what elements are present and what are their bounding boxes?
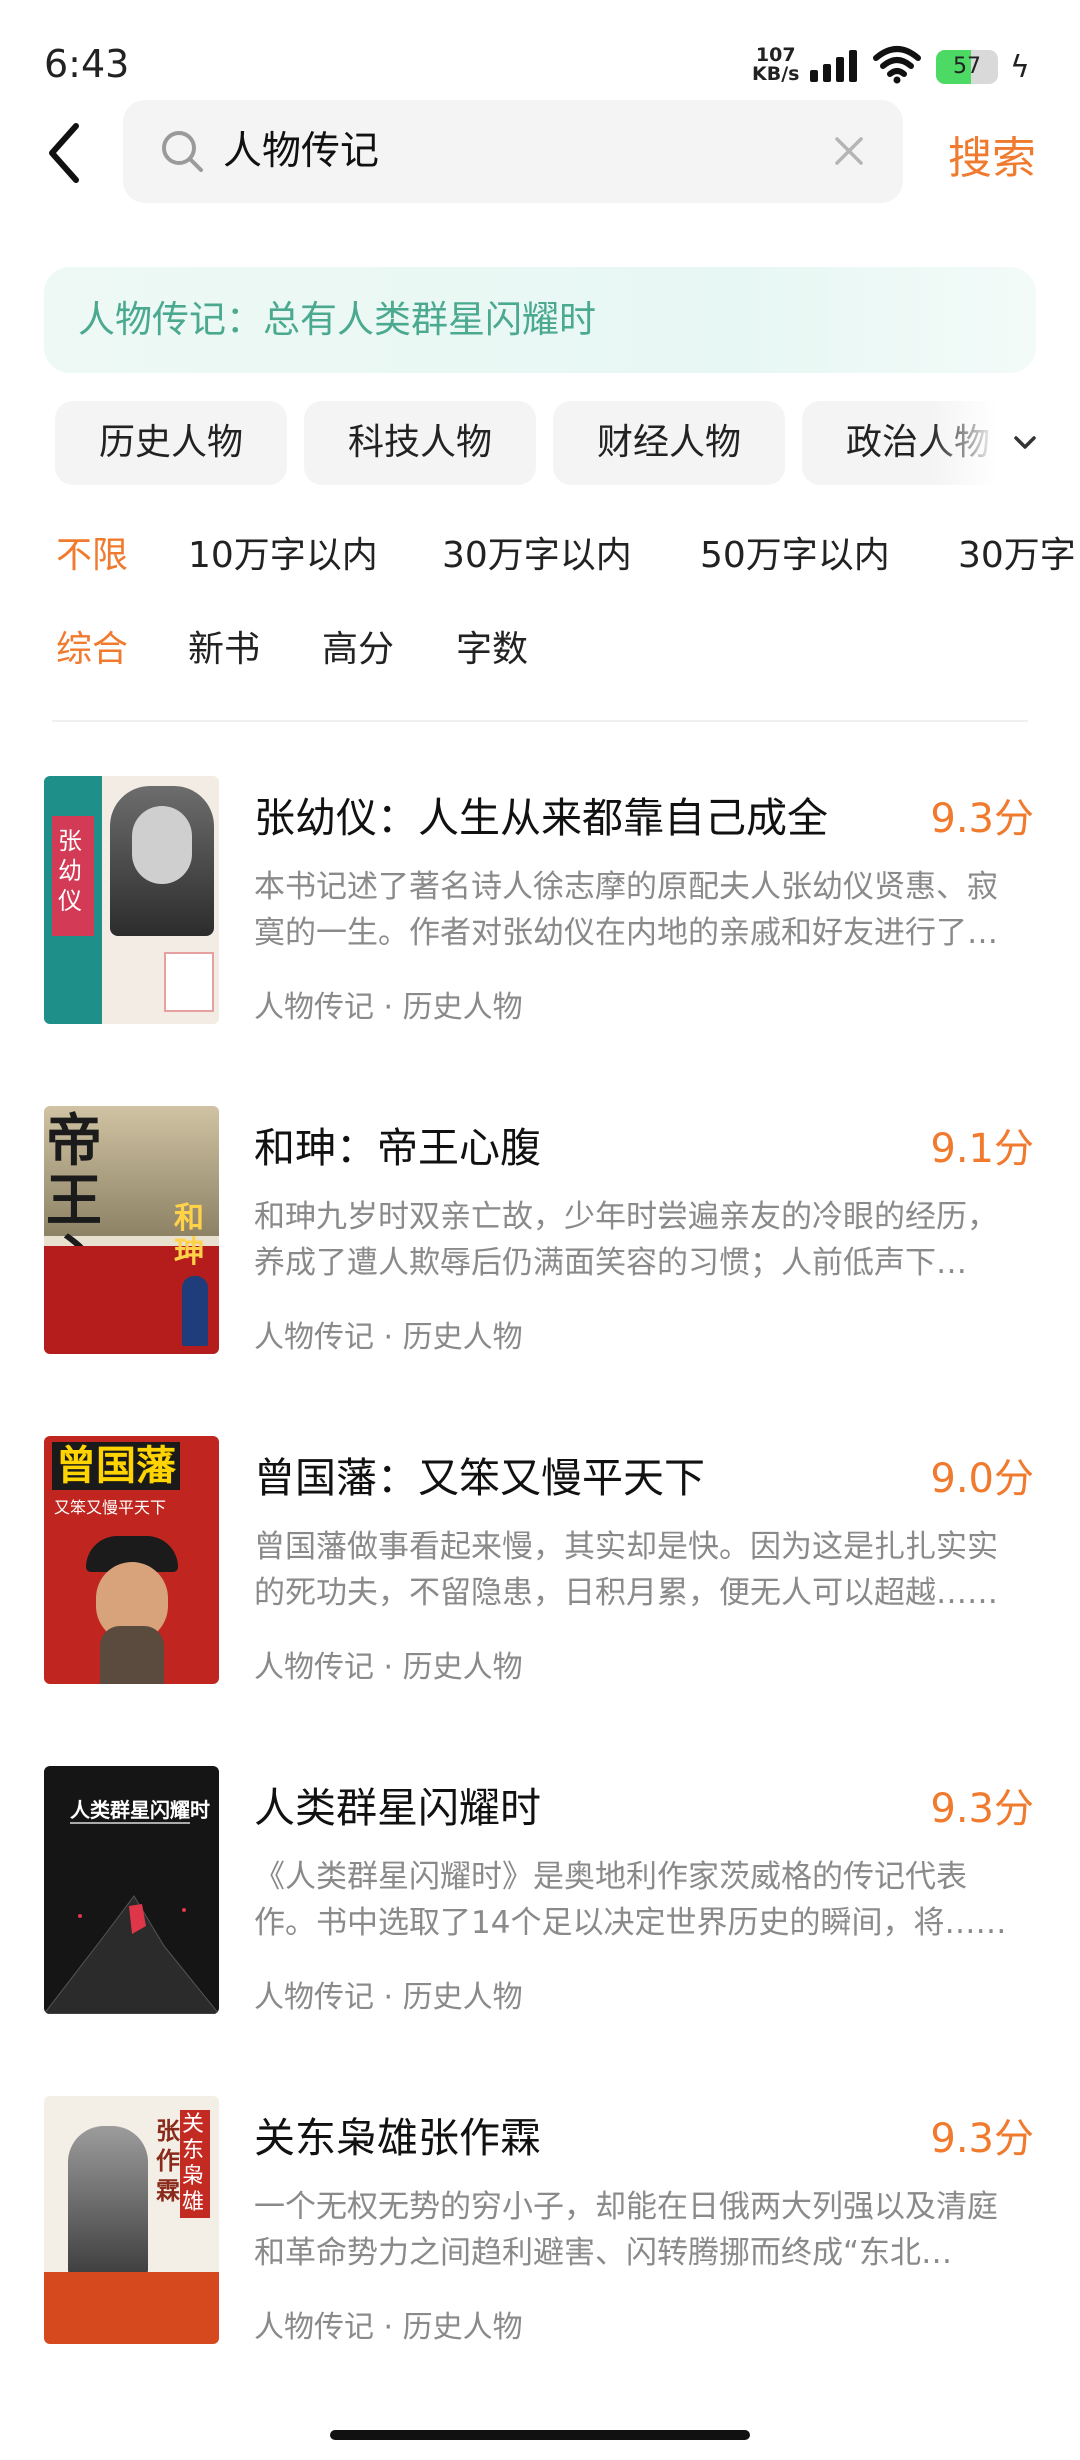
network-speed-unit: KB/s	[752, 63, 800, 85]
chip-finance-figures[interactable]: 财经人物	[553, 401, 785, 485]
category-chips: 历史人物 科技人物 财经人物 政治人物	[55, 401, 1045, 485]
book-score: 9.3分	[930, 1786, 1034, 1832]
book-description: 本书记述了著名诗人徐志摩的原配夫人张幼仪贤惠、寂寞的一生。作者对张幼仪在内地的亲…	[254, 869, 998, 951]
book-description: 和珅九岁时双亲亡故，少年时尝遍亲友的冷眼的经历，养成了遭人欺辱后仍满面笑容的习惯…	[254, 1199, 998, 1281]
book-description: 一个无权无势的穷小子，却能在日俄两大列强以及清庭和革命势力之间趋利避害、闪转腾挪…	[254, 2189, 998, 2271]
book-title: 张幼仪：人生从来都靠自己成全	[254, 794, 828, 842]
status-bar: 6:43 107 KB/s 57 ϟ	[0, 0, 1080, 100]
book-description: 《人类群星闪耀时》是奥地利作家茨威格的传记代表作。书中选取了14个足以决定世界历…	[254, 1859, 1007, 1941]
book-tags: 人物传记 · 历史人物	[254, 1320, 523, 1355]
chip-tech-figures[interactable]: 科技人物	[304, 401, 536, 485]
book-tags: 人物传记 · 历史人物	[254, 1650, 523, 1685]
cover-subtitle: 又笨又慢平天下	[54, 1498, 167, 1517]
filter-unlimited[interactable]: 不限	[56, 528, 128, 584]
home-indicator[interactable]	[330, 2430, 750, 2440]
book-item[interactable]: 关东枭雄 张作霖 关东枭雄张作霖 9.3分 一个无权无势的穷小子，却能在日俄两大…	[0, 2096, 1080, 2356]
book-description: 曾国藩做事看起来慢，其实却是快。因为这是扎扎实实的死功夫，不留隐患，日积月累，便…	[254, 1529, 998, 1611]
book-score: 9.3分	[930, 796, 1034, 842]
book-title: 关东枭雄张作霖	[254, 2114, 541, 2162]
back-button[interactable]	[40, 118, 90, 188]
cover-mountain-graphic	[44, 1895, 219, 2014]
cover-subtitle: 和珅	[174, 1201, 204, 1270]
status-time: 6:43	[44, 42, 130, 86]
book-score: 9.1分	[930, 1126, 1034, 1172]
banner-text: 人物传记：总有人类群星闪耀时	[78, 298, 596, 341]
search-box[interactable]: 人物传记	[123, 100, 903, 203]
cover-title: 人类群星闪耀时	[70, 1798, 210, 1822]
sort-high-score[interactable]: 高分	[322, 622, 394, 678]
battery-icon: 57	[936, 50, 998, 84]
battery-level: 57	[953, 54, 981, 79]
book-tags: 人物传记 · 历史人物	[254, 990, 523, 1025]
book-cover[interactable]: 张幼仪	[44, 776, 219, 1024]
book-item[interactable]: 曾国藩 又笨又慢平天下 曾国藩：又笨又慢平天下 9.0分 曾国藩做事看起来慢，其…	[0, 1436, 1080, 1696]
book-cover[interactable]: 曾国藩 又笨又慢平天下	[44, 1436, 219, 1684]
book-cover[interactable]: 关东枭雄 张作霖	[44, 2096, 219, 2344]
filter-300k-plus[interactable]: 30万字	[958, 528, 1076, 584]
filter-under-300k[interactable]: 30万字以内	[442, 528, 632, 584]
book-item[interactable]: 人类群星闪耀时 人类群星闪耀时 9.3分 《人类群星闪耀时》是奥地利作家茨威格的…	[0, 1766, 1080, 2026]
sort-overall[interactable]: 综合	[56, 622, 128, 678]
book-score: 9.3分	[930, 2116, 1034, 2162]
cover-title: 张作霖	[156, 2117, 180, 2205]
cover-title: 张幼仪	[58, 827, 82, 915]
word-count-filters: 不限 10万字以内 30万字以内 50万字以内 30万字	[0, 528, 1080, 584]
charging-icon: ϟ	[1010, 50, 1030, 85]
book-tags: 人物传记 · 历史人物	[254, 1980, 523, 2015]
sort-options: 综合 新书 高分 字数	[0, 622, 1080, 678]
search-input[interactable]: 人物传记	[223, 100, 783, 203]
chip-history-figures[interactable]: 历史人物	[55, 401, 287, 485]
topic-banner[interactable]: 人物传记：总有人类群星闪耀时	[44, 267, 1036, 373]
book-cover[interactable]: 帝王心腹 和珅	[44, 1106, 219, 1354]
book-item[interactable]: 张幼仪 张幼仪：人生从来都靠自己成全 9.3分 本书记述了著名诗人徐志摩的原配夫…	[0, 776, 1080, 1036]
chips-fade	[930, 401, 1080, 485]
cellular-signal-icon	[810, 50, 857, 82]
book-score: 9.0分	[930, 1456, 1034, 1502]
network-speed: 107 KB/s	[752, 46, 799, 84]
chevron-down-icon[interactable]	[1010, 428, 1040, 458]
book-item[interactable]: 帝王心腹 和珅 和珅：帝王心腹 9.1分 和珅九岁时双亲亡故，少年时尝遍亲友的冷…	[0, 1106, 1080, 1366]
sort-new[interactable]: 新书	[188, 622, 260, 678]
search-icon	[162, 131, 203, 172]
filter-under-500k[interactable]: 50万字以内	[700, 528, 890, 584]
book-title: 人类群星闪耀时	[254, 1784, 541, 1832]
search-button[interactable]: 搜索	[948, 122, 1036, 186]
book-cover[interactable]: 人类群星闪耀时	[44, 1766, 219, 2014]
book-title: 和珅：帝王心腹	[254, 1124, 541, 1172]
cover-title: 曾国藩	[52, 1442, 180, 1490]
divider	[52, 720, 1028, 722]
clear-icon[interactable]	[831, 133, 867, 169]
book-tags: 人物传记 · 历史人物	[254, 2310, 523, 2345]
sort-word-count[interactable]: 字数	[456, 622, 528, 678]
wifi-icon	[873, 46, 921, 84]
book-title: 曾国藩：又笨又慢平天下	[254, 1454, 705, 1502]
cover-subtitle: 关东枭雄	[180, 2110, 210, 2218]
filter-under-100k[interactable]: 10万字以内	[188, 528, 378, 584]
